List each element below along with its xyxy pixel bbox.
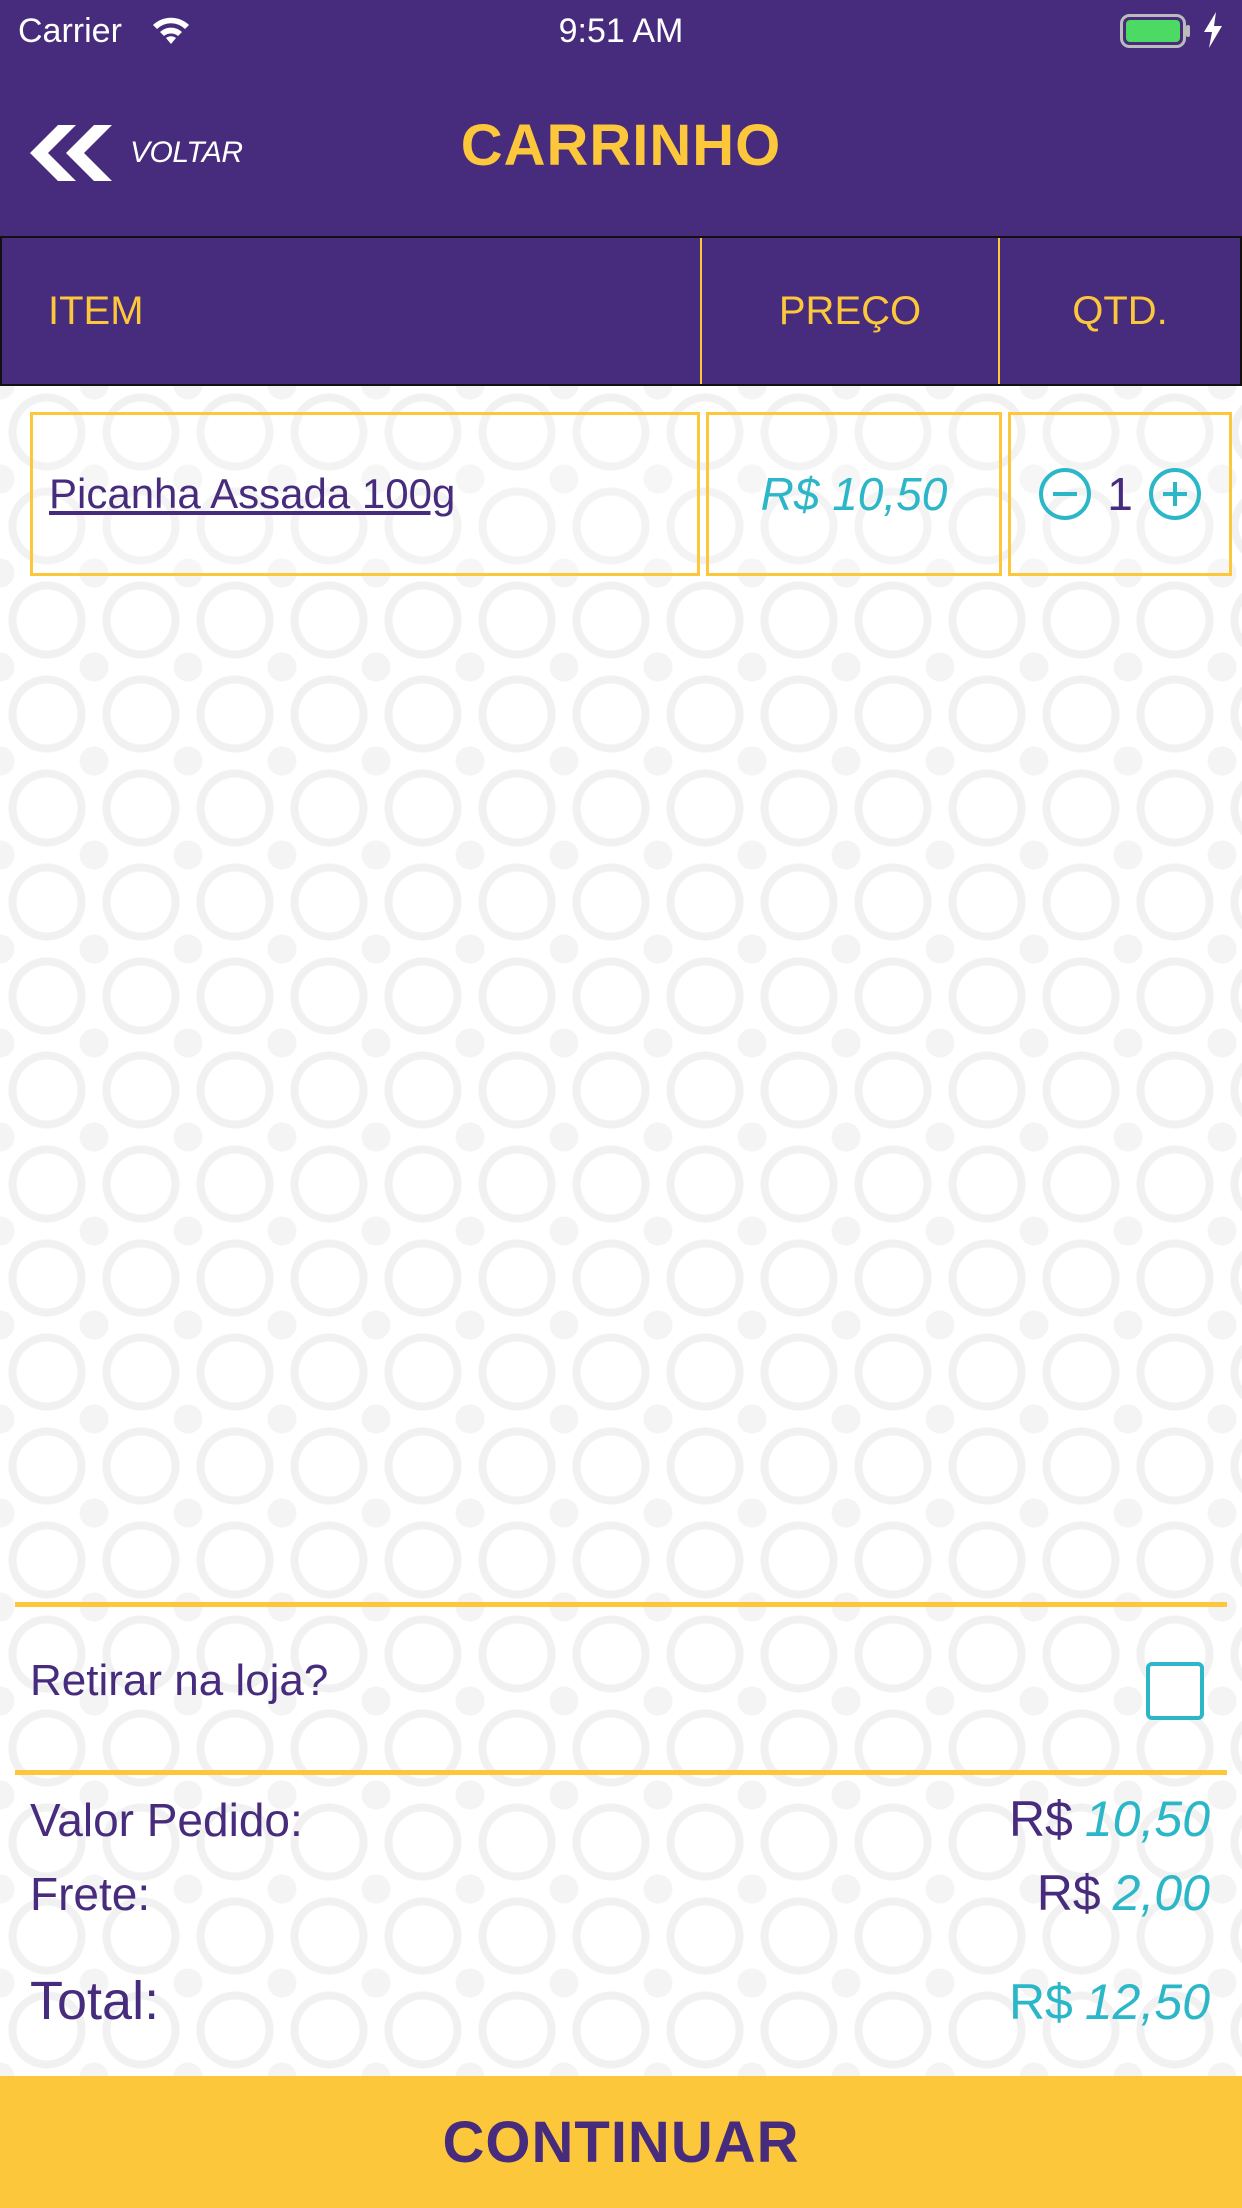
header-bar: Carrier 9:51 AM VOLTAR CARRINHO — [0, 0, 1242, 236]
status-time: 9:51 AM — [558, 12, 684, 50]
item-name-link[interactable]: Picanha Assada 100g — [49, 470, 455, 518]
total-label: Total: — [30, 1971, 160, 2031]
total-amount: 12,50 — [1084, 1974, 1210, 2030]
total-currency: R$ — [1008, 1974, 1073, 2030]
order-currency: R$ — [1008, 1791, 1073, 1847]
shipping-currency: R$ — [1036, 1865, 1101, 1921]
item-cell: Picanha Assada 100g — [30, 412, 700, 576]
page-title: CARRINHO — [460, 113, 782, 178]
shipping-amount: 2,00 — [1112, 1865, 1210, 1921]
order-amount: 10,50 — [1084, 1791, 1210, 1847]
minus-circle-icon[interactable] — [1037, 466, 1093, 522]
order-value-label: Valor Pedido: — [30, 1794, 303, 1846]
charging-bolt-icon — [1204, 12, 1222, 48]
table-row: Picanha Assada 100g R$ 10,50 1 — [30, 412, 1232, 576]
column-header-qty: QTD. — [1072, 288, 1168, 333]
column-header-item: ITEM — [2, 238, 702, 384]
total-row: Total: R$ 12,50 — [30, 1970, 1210, 2032]
cart-table-header: ITEM PREÇO QTD. — [0, 236, 1242, 386]
plus-circle-icon[interactable] — [1147, 466, 1203, 522]
pickup-checkbox[interactable] — [1146, 1662, 1204, 1720]
battery-icon — [1120, 14, 1190, 48]
item-price: R$ 10,50 — [760, 468, 948, 520]
total-value: R$ 12,50 — [1009, 1973, 1210, 2031]
divider-top — [15, 1602, 1227, 1607]
order-value: R$ 10,50 — [1009, 1790, 1210, 1848]
column-header-price: PREÇO — [702, 238, 1000, 384]
shipping-value: R$ 2,00 — [1037, 1864, 1210, 1922]
continue-button[interactable]: CONTINUAR — [0, 2076, 1242, 2208]
pickup-label: Retirar na loja? — [30, 1656, 329, 1705]
shipping-label: Frete: — [30, 1868, 151, 1920]
quantity-stepper: 1 — [1008, 412, 1232, 576]
price-cell: R$ 10,50 — [706, 412, 1002, 576]
shipping-row: Frete: R$ 2,00 — [30, 1864, 1210, 1922]
order-value-row: Valor Pedido: R$ 10,50 — [30, 1790, 1210, 1848]
divider-bottom — [15, 1770, 1227, 1775]
quantity-value: 1 — [1107, 468, 1133, 520]
status-bar: Carrier 9:51 AM — [0, 0, 1242, 60]
